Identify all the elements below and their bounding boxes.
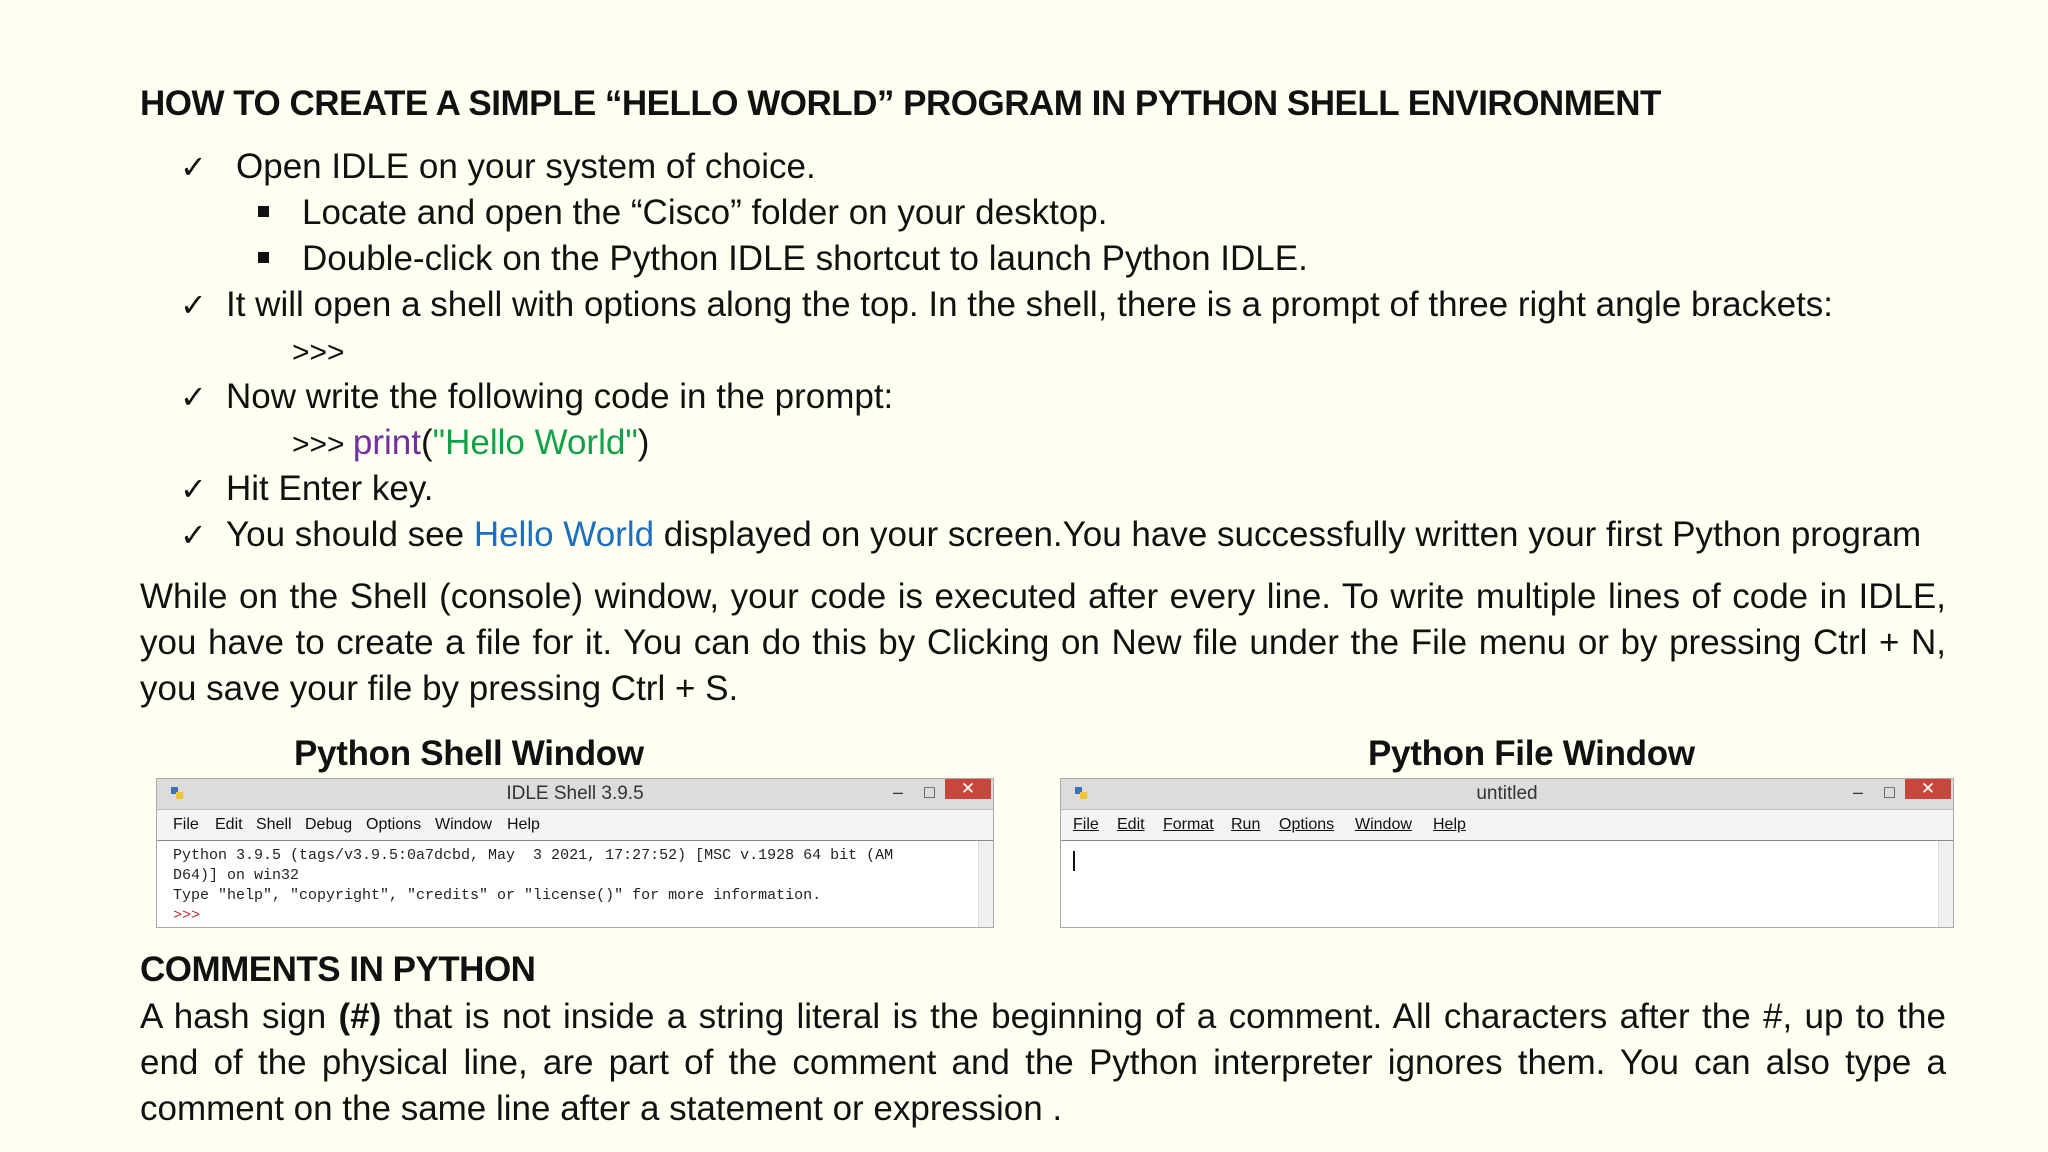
menu-format[interactable]: Format <box>1163 816 1214 834</box>
checkmark-icon: ✓ <box>180 471 207 507</box>
step-open-idle: Open IDLE on your system of choice. <box>236 147 816 186</box>
shell-scrollbar[interactable] <box>978 841 993 927</box>
step-write-code: Now write the following code in the prom… <box>226 377 894 416</box>
step-shell-opens: It will open a shell with options along … <box>226 285 1834 324</box>
menu-run[interactable]: Run <box>1231 816 1260 834</box>
code-prompt: >>> <box>292 428 353 461</box>
checkmark-icon: ✓ <box>180 149 207 185</box>
file-scrollbar[interactable] <box>1938 841 1953 927</box>
file-titlebar[interactable]: untitled – □ ✕ <box>1061 779 1953 810</box>
comments-paragraph: A hash sign (#) that is not inside a str… <box>140 994 1946 1132</box>
menu-help[interactable]: Help <box>1433 816 1466 834</box>
file-title: untitled <box>1476 783 1538 804</box>
menu-window[interactable]: Window <box>1355 816 1412 834</box>
maximize-icon[interactable]: □ <box>1884 782 1895 803</box>
menu-file[interactable]: File <box>173 816 199 834</box>
shell-menubar: File Edit Shell Debug Options Window Hel… <box>157 810 993 841</box>
code-example: >>> print("Hello World") <box>292 420 649 468</box>
code-print-keyword: print <box>352 423 421 462</box>
maximize-icon[interactable]: □ <box>924 782 935 803</box>
square-bullet-icon <box>258 252 269 263</box>
code-paren-open: ( <box>421 423 433 462</box>
close-icon[interactable]: ✕ <box>945 779 991 799</box>
page-heading: HOW TO CREATE A SIMPLE “HELLO WORLD” PRO… <box>140 84 1661 123</box>
comments-text-post: that is not inside a string literal is t… <box>140 997 1946 1128</box>
step-see-output-post: displayed on your screen.You have succes… <box>654 515 1922 554</box>
shell-titlebar[interactable]: IDLE Shell 3.9.5 – □ ✕ <box>157 779 993 810</box>
comments-hash-bold: (#) <box>338 997 382 1036</box>
menu-options[interactable]: Options <box>1279 816 1334 834</box>
shell-output-line: D64)] on win32 <box>173 867 300 884</box>
step-hit-enter: Hit Enter key. <box>226 469 434 508</box>
menu-shell[interactable]: Shell <box>256 816 292 834</box>
menu-edit[interactable]: Edit <box>1117 816 1145 834</box>
menu-options[interactable]: Options <box>366 816 421 834</box>
substep-locate-folder: Locate and open the “Cisco” folder on yo… <box>302 193 1108 232</box>
step-see-output-pre: You should see <box>226 515 474 554</box>
hello-world-highlight: Hello World <box>473 515 655 554</box>
idle-file-window[interactable]: untitled – □ ✕ File Edit Format Run Opti… <box>1060 778 1954 928</box>
shell-window-caption: Python Shell Window <box>294 734 644 773</box>
minimize-icon[interactable]: – <box>1853 782 1863 803</box>
menu-window[interactable]: Window <box>435 816 492 834</box>
text-cursor <box>1073 851 1075 871</box>
shell-output-line: Python 3.9.5 (tags/v3.9.5:0a7dcbd, May 3… <box>173 847 894 864</box>
checkmark-icon: ✓ <box>180 379 207 415</box>
idle-shell-window[interactable]: IDLE Shell 3.9.5 – □ ✕ File Edit Shell D… <box>156 778 994 928</box>
menu-file[interactable]: File <box>1073 816 1099 834</box>
checkmark-icon: ✓ <box>180 517 207 553</box>
close-icon[interactable]: ✕ <box>1905 779 1951 799</box>
shell-title: IDLE Shell 3.9.5 <box>506 783 644 804</box>
file-menubar: File Edit Format Run Options Window Help <box>1061 810 1953 841</box>
substep-double-click: Double-click on the Python IDLE shortcut… <box>302 239 1308 278</box>
square-bullet-icon <box>258 206 269 217</box>
shell-output-line: Type "help", "copyright", "credits" or "… <box>173 887 822 904</box>
comments-text-pre: A hash sign <box>140 997 339 1036</box>
code-string: "Hello World" <box>432 423 638 462</box>
minimize-icon[interactable]: – <box>893 782 903 803</box>
menu-debug[interactable]: Debug <box>305 816 352 834</box>
code-paren-close: ) <box>637 423 650 462</box>
file-window-caption: Python File Window <box>1368 734 1695 773</box>
menu-help[interactable]: Help <box>507 816 540 834</box>
checkmark-icon: ✓ <box>180 287 207 323</box>
comments-heading: COMMENTS IN PYTHON <box>140 950 536 989</box>
idle-file-paragraph: While on the Shell (console) window, you… <box>140 577 1946 708</box>
menu-edit[interactable]: Edit <box>215 816 243 834</box>
shell-prompt[interactable]: >>> <box>173 907 200 924</box>
prompt-example: >>> <box>292 336 345 369</box>
step-see-output: You should see Hello World displayed on … <box>226 512 1921 558</box>
